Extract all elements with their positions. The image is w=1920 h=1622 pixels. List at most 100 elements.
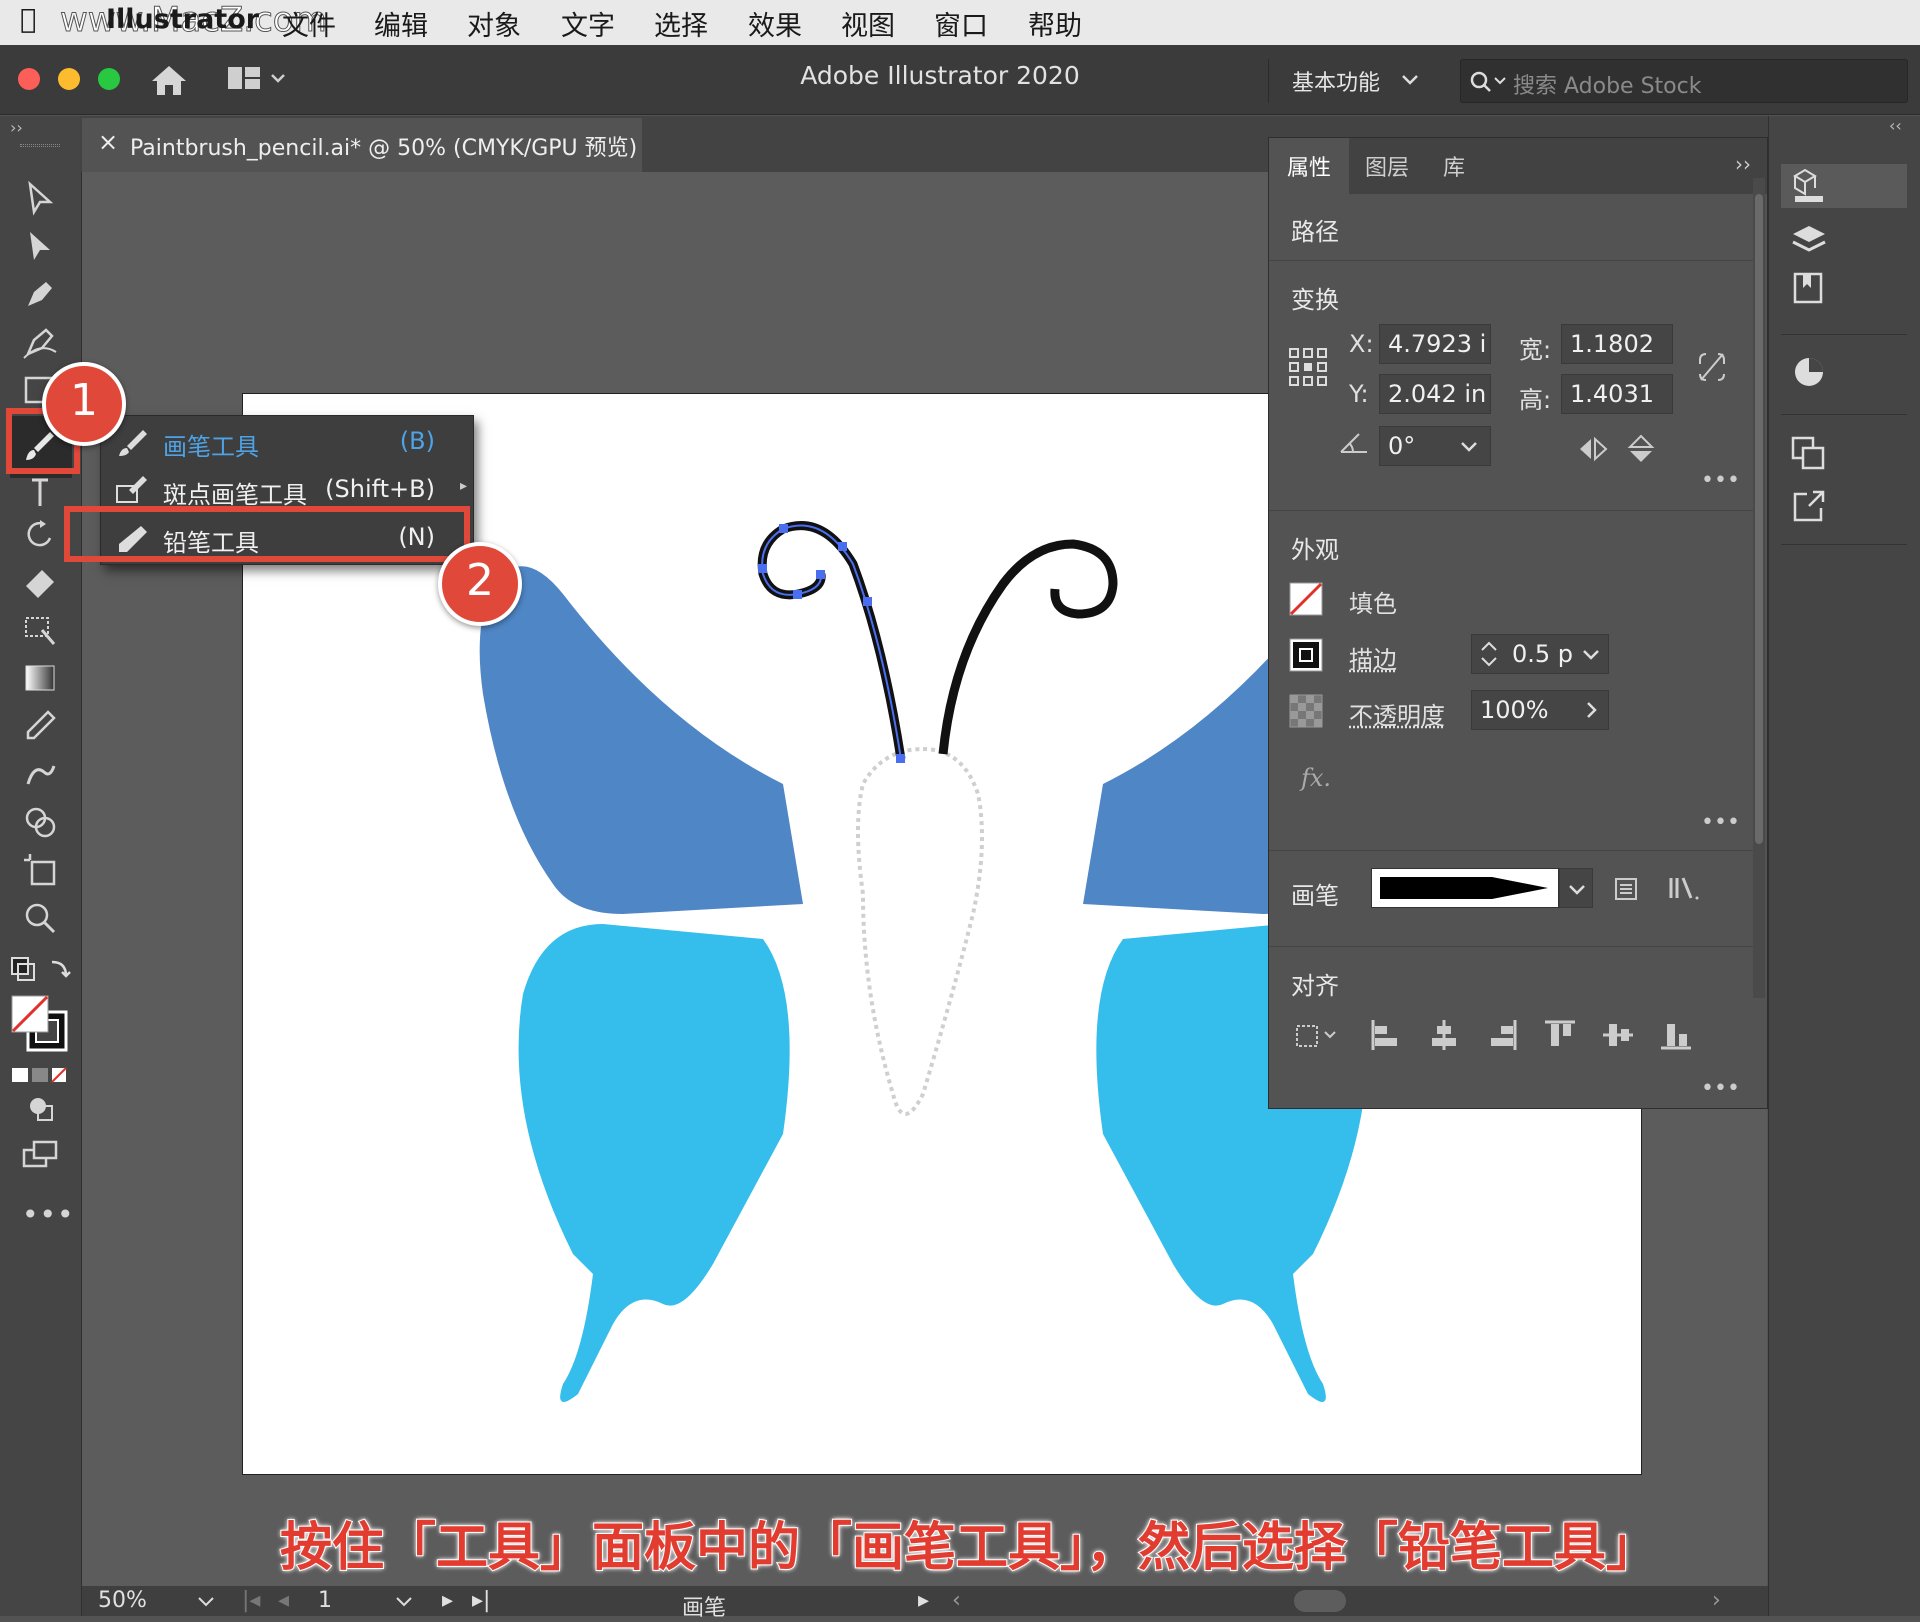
anchor-point[interactable] [863,597,872,606]
stock-search-input[interactable]: 搜索 Adobe Stock [1460,59,1908,103]
export-panel-icon[interactable] [1787,486,1833,526]
close-tab-icon[interactable]: × [98,128,118,156]
type-tool-icon[interactable] [20,472,60,512]
more-options-icon[interactable]: ••• [1701,1076,1740,1101]
chevron-down-icon[interactable] [196,1594,216,1610]
libraries-panel-icon[interactable] [1787,268,1833,308]
zoom-window-button[interactable] [98,68,120,90]
x-input[interactable]: 4.7923 i [1379,324,1491,364]
chevron-down-icon[interactable] [394,1594,414,1610]
curvature-tool-icon[interactable] [20,322,60,362]
panel-scrollbar[interactable] [1753,178,1765,998]
horizontal-scrollbar-thumb[interactable] [1294,1590,1346,1612]
collapse-dock-icon[interactable]: ‹‹ [1889,116,1902,135]
fill-label[interactable]: 填色 [1349,584,1397,619]
brush-preview[interactable] [1371,868,1559,908]
align-vertical-center-icon[interactable] [1601,1018,1635,1052]
symbol-sprayer-tool-icon[interactable] [20,754,60,794]
artboard-number[interactable]: 1 [318,1588,332,1613]
expand-panel-icon[interactable]: ›› [10,118,23,137]
stepper-icon[interactable] [1478,639,1500,669]
menu-file[interactable]: 文件 [282,4,336,43]
anchor-point[interactable] [758,564,767,573]
rotate-input[interactable]: 0° [1379,426,1491,466]
minimize-window-button[interactable] [58,68,80,90]
align-right-icon[interactable] [1485,1018,1519,1052]
screen-mode-icon[interactable] [20,1136,60,1176]
anchor-point[interactable] [838,542,847,551]
pen-tool-icon[interactable] [20,274,60,314]
panel-menu-icon[interactable]: ›› [1735,152,1751,176]
anchor-point[interactable] [793,590,802,599]
align-left-icon[interactable] [1369,1018,1403,1052]
menu-view[interactable]: 视图 [841,4,895,43]
stroke-weight-input[interactable]: 0.5 p [1471,634,1609,674]
opacity-label[interactable]: 不透明度 [1349,696,1445,731]
status-menu-icon[interactable]: ▸ [918,1588,929,1613]
more-options-icon[interactable]: ••• [1701,810,1740,835]
chevron-down-icon[interactable] [1458,435,1480,457]
brush-dropdown[interactable] [1559,868,1593,908]
last-artboard-icon[interactable]: ▸| [472,1588,490,1613]
fill-swatch-icon[interactable] [1289,582,1323,616]
align-horizontal-center-icon[interactable] [1427,1018,1461,1052]
shape-builder-tool-icon[interactable] [20,802,60,842]
selection-tool-icon[interactable] [20,178,60,218]
flip-vertical-icon[interactable] [1627,434,1655,464]
swap-fill-stroke-icon[interactable] [10,954,74,986]
menu-object[interactable]: 对象 [467,4,521,43]
scroll-right-icon[interactable]: › [1712,1588,1721,1613]
scrollbar-thumb[interactable] [1755,194,1763,844]
left-upper-wing[interactable] [480,566,803,914]
align-to-icon[interactable] [1293,1018,1341,1052]
eyedropper-tool-icon[interactable] [20,706,60,746]
menu-type[interactable]: 文字 [561,4,615,43]
artboard-tool-icon[interactable] [20,850,60,890]
stroke-swatch-icon[interactable] [1289,638,1323,672]
left-antenna[interactable] [762,526,901,759]
y-input[interactable]: 2.042 in [1379,374,1491,414]
brush-options-icon[interactable] [1613,876,1639,902]
menu-edit[interactable]: 编辑 [374,4,428,43]
fill-stroke-swatch[interactable] [10,994,70,1054]
chevron-right-icon[interactable] [1580,699,1602,721]
app-menu[interactable]: Illustrator [106,4,259,35]
color-mode-icon[interactable] [12,1064,68,1086]
tab-properties[interactable]: 属性 [1287,150,1331,182]
anchor-point[interactable] [779,524,788,533]
tab-libraries[interactable]: 库 [1443,150,1465,182]
zoom-tool-icon[interactable] [20,898,60,938]
previous-artboard-icon[interactable]: ◂ [278,1588,289,1613]
home-icon[interactable] [150,63,188,97]
right-antenna[interactable] [943,544,1113,754]
arrange-documents-icon[interactable] [228,65,290,95]
more-options-icon[interactable]: ••• [1701,468,1740,493]
first-artboard-icon[interactable]: |◂ [242,1588,260,1613]
workspace-switcher[interactable]: 基本功能 [1292,65,1380,97]
effects-button[interactable]: fx. [1301,764,1331,792]
menu-select[interactable]: 选择 [654,4,708,43]
rotate-tool-icon[interactable] [20,514,60,554]
eraser-tool-icon[interactable] [20,562,60,602]
transform-panel-icon[interactable] [1787,432,1833,472]
brush-libraries-icon[interactable] [1667,874,1701,902]
stroke-label[interactable]: 描边 [1349,640,1397,675]
panel-grip[interactable] [20,144,60,147]
zoom-level[interactable]: 50% [98,1588,147,1613]
align-bottom-icon[interactable] [1659,1018,1693,1052]
menu-help[interactable]: 帮助 [1028,4,1082,43]
flyout-item-paintbrush[interactable]: 画笔工具 (B) [101,420,471,464]
anchor-point[interactable] [816,570,825,579]
scroll-left-icon[interactable]: ‹ [952,1588,961,1613]
more-tools-icon[interactable]: ••• [22,1198,75,1231]
next-artboard-icon[interactable]: ▸ [442,1588,453,1613]
properties-panel-icon[interactable] [1787,166,1833,206]
apple-icon[interactable]:  [20,4,36,35]
close-window-button[interactable] [18,68,40,90]
free-transform-tool-icon[interactable] [20,610,60,650]
layers-panel-icon[interactable] [1787,220,1833,260]
color-guide-icon[interactable] [1787,352,1833,392]
direct-selection-tool-icon[interactable] [20,226,60,266]
opacity-input[interactable]: 100% [1471,690,1609,730]
width-input[interactable]: 1.1802 in [1561,324,1673,364]
